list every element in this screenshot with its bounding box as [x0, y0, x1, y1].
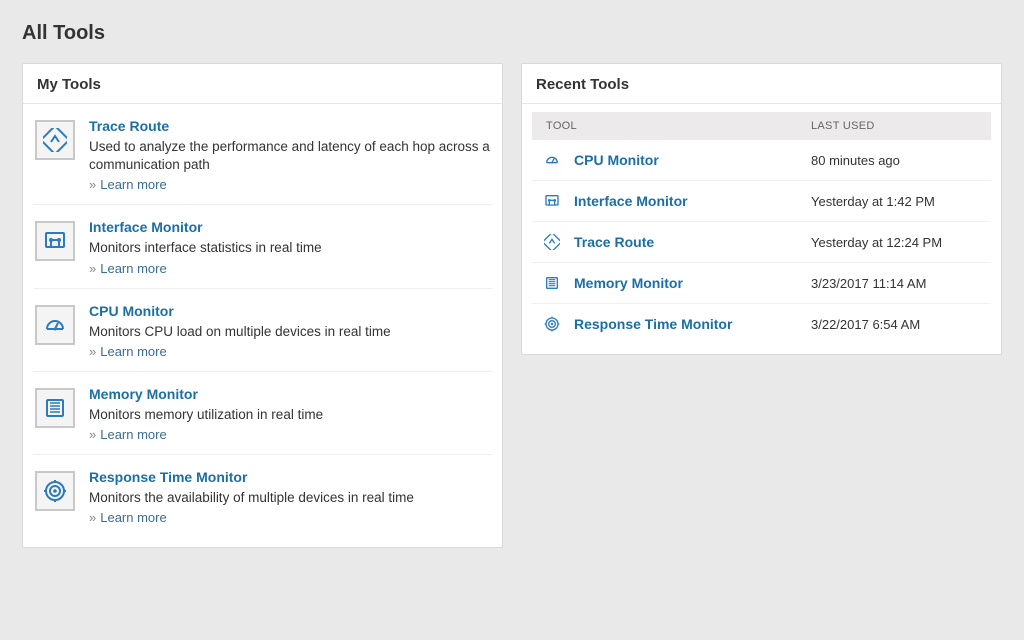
tool-description: Monitors the availability of multiple de… — [89, 489, 490, 507]
tool-row: CPU Monitor Monitors CPU load on multiple… — [33, 289, 492, 372]
recent-tool-last-used: 80 minutes ago — [811, 153, 981, 168]
cpu-monitor-icon — [35, 305, 75, 345]
tool-description: Monitors interface statistics in real ti… — [89, 239, 490, 257]
recent-tool-row: Trace RouteYesterday at 12:24 PM — [532, 222, 991, 263]
learn-more-link[interactable]: »Learn more — [89, 344, 490, 359]
recent-tool-row: Response Time Monitor3/22/2017 6:54 AM — [532, 304, 991, 344]
tool-row: Response Time Monitor Monitors the availa… — [33, 455, 492, 537]
tool-row: Memory Monitor Monitors memory utilizatio… — [33, 372, 492, 455]
my-tools-panel: My Tools Trace Route Used to analyze the … — [22, 63, 503, 548]
page-title: All Tools — [22, 22, 1002, 45]
my-tools-title: My Tools — [23, 64, 502, 104]
tool-description: Used to analyze the performance and late… — [89, 138, 490, 174]
tool-row: Trace Route Used to analyze the performan… — [33, 104, 492, 205]
learn-more-link[interactable]: »Learn more — [89, 427, 490, 442]
cpu-monitor-icon — [542, 150, 562, 170]
recent-tool-row: CPU Monitor80 minutes ago — [532, 140, 991, 181]
recent-tool-link[interactable]: Memory Monitor — [574, 275, 811, 291]
recent-tool-link[interactable]: Trace Route — [574, 234, 811, 250]
recent-tool-last-used: Yesterday at 12:24 PM — [811, 235, 981, 250]
column-header-tool: TOOL — [542, 120, 811, 132]
recent-tools-panel: Recent Tools TOOL LAST USED CPU Monitor8… — [521, 63, 1002, 355]
tool-link[interactable]: Memory Monitor — [89, 386, 490, 402]
response-time-icon — [35, 471, 75, 511]
tool-description: Monitors memory utilization in real time — [89, 406, 490, 424]
memory-monitor-icon — [35, 388, 75, 428]
recent-tools-header-row: TOOL LAST USED — [532, 112, 991, 140]
recent-tool-last-used: 3/22/2017 6:54 AM — [811, 317, 981, 332]
tool-row: Interface Monitor Monitors interface stat… — [33, 205, 492, 288]
response-time-icon — [542, 314, 562, 334]
tool-link[interactable]: CPU Monitor — [89, 303, 490, 319]
trace-route-icon — [35, 120, 75, 160]
column-header-last-used: LAST USED — [811, 120, 981, 132]
recent-tool-link[interactable]: Interface Monitor — [574, 193, 811, 209]
memory-monitor-icon — [542, 273, 562, 293]
recent-tool-link[interactable]: CPU Monitor — [574, 152, 811, 168]
recent-tool-last-used: Yesterday at 1:42 PM — [811, 194, 981, 209]
tool-link[interactable]: Response Time Monitor — [89, 469, 490, 485]
recent-tool-row: Interface MonitorYesterday at 1:42 PM — [532, 181, 991, 222]
recent-tool-link[interactable]: Response Time Monitor — [574, 316, 811, 332]
learn-more-link[interactable]: »Learn more — [89, 177, 490, 192]
interface-monitor-icon — [35, 221, 75, 261]
tool-description: Monitors CPU load on multiple devices in… — [89, 323, 490, 341]
interface-monitor-icon — [542, 191, 562, 211]
trace-route-icon — [542, 232, 562, 252]
learn-more-link[interactable]: »Learn more — [89, 261, 490, 276]
tool-link[interactable]: Interface Monitor — [89, 219, 490, 235]
recent-tools-title: Recent Tools — [522, 64, 1001, 104]
tool-link[interactable]: Trace Route — [89, 118, 490, 134]
recent-tool-last-used: 3/23/2017 11:14 AM — [811, 276, 981, 291]
recent-tool-row: Memory Monitor3/23/2017 11:14 AM — [532, 263, 991, 304]
learn-more-link[interactable]: »Learn more — [89, 510, 490, 525]
